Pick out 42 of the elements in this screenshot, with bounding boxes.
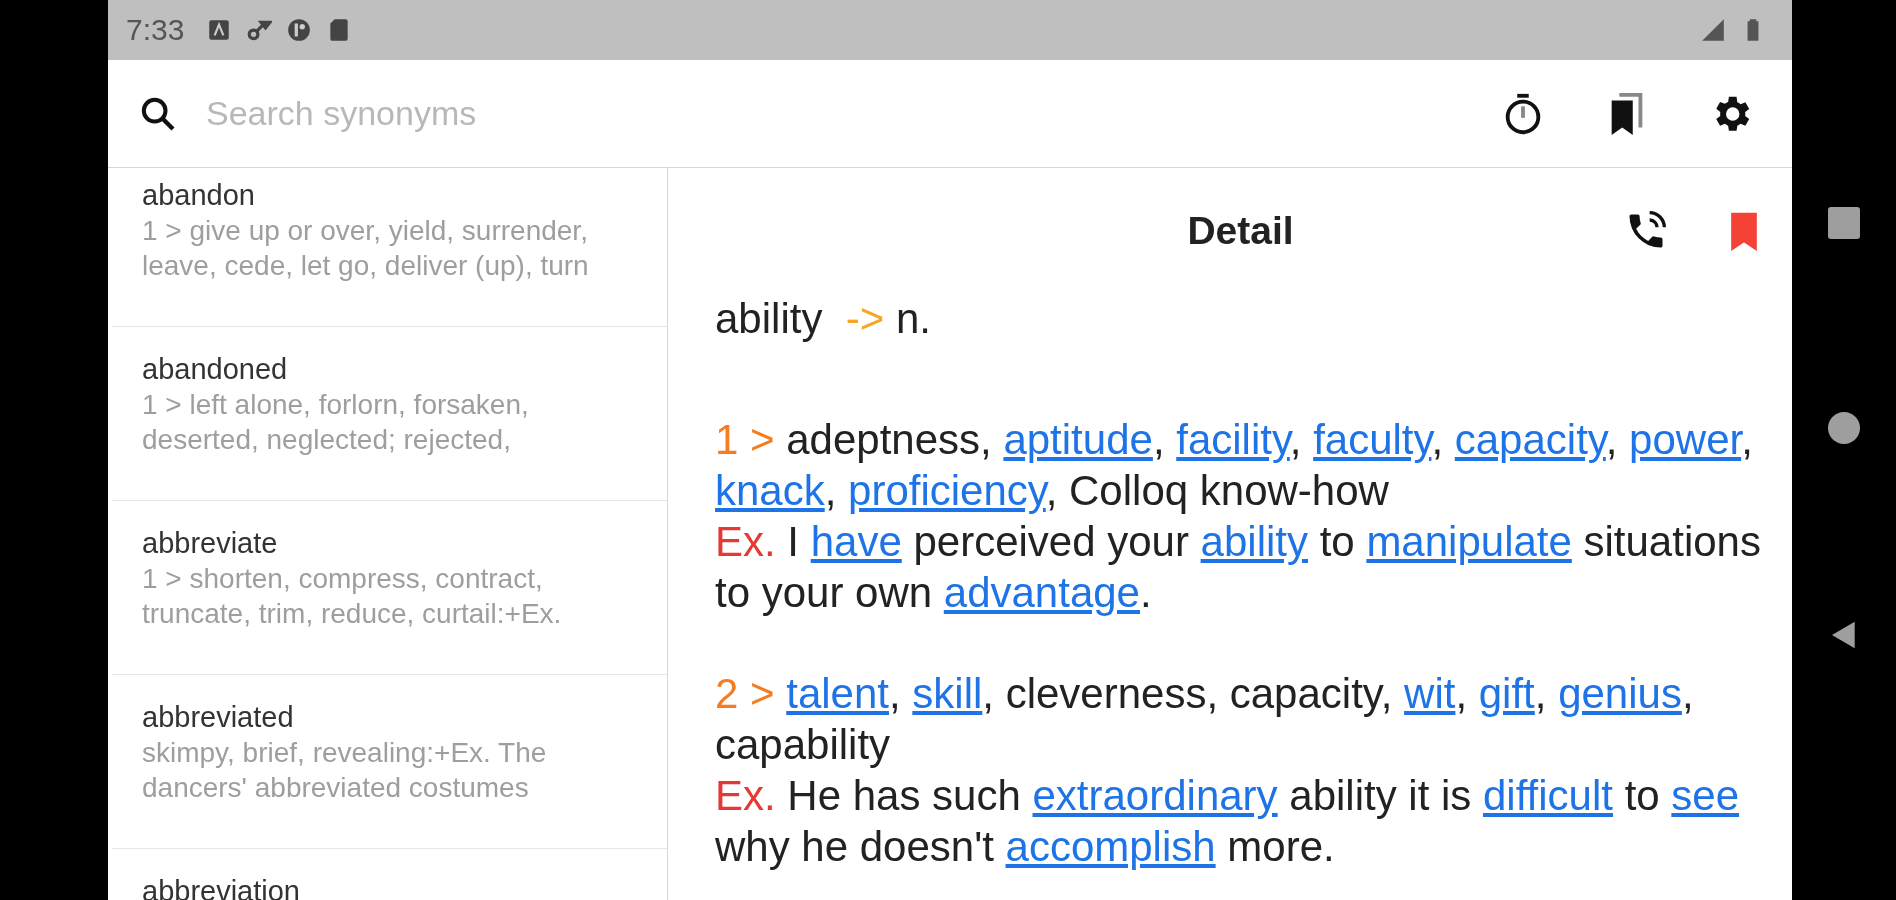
synonym-link[interactable]: aptitude (1003, 416, 1153, 463)
word-title: abandoned (142, 352, 289, 387)
synonym-link[interactable]: knack (715, 467, 825, 514)
word-title: abbreviate (142, 526, 279, 561)
detail-title: Detail (1186, 209, 1295, 253)
synonym-link[interactable]: extraordinary (1032, 772, 1278, 819)
synonym-link[interactable]: capacity (1454, 416, 1606, 463)
synonym-link[interactable]: accomplish (1005, 823, 1216, 870)
word-title: abandon (142, 178, 256, 213)
synonym-link[interactable]: ability (1200, 518, 1308, 565)
search-field[interactable]: Search synonyms (204, 93, 1442, 134)
status-time: 7:33 (126, 13, 185, 47)
synonym-link[interactable]: advantage (943, 569, 1140, 616)
recents-button[interactable] (1828, 206, 1860, 239)
example-sentence: Ex. He has such extraordinary ability it is difficult to see why he doesn't accomplish more. (715, 771, 1741, 872)
word-summary: skimpy, brief, revealing:+Ex. The dancers' abbreviated costumes (142, 736, 548, 805)
word-list-item[interactable]: abbreviated skimpy, brief, revealing:+Ex. The dancers' abbreviated costumes (112, 675, 667, 849)
entry-headword: ability -> n. (715, 294, 931, 344)
synonym-link[interactable]: talent (786, 670, 889, 717)
synonym-link[interactable]: manipulate (1366, 518, 1572, 565)
example-sentence: Ex. I have perceived your ability to manipulate situations to your own advantage. (715, 517, 1762, 618)
synonym-link[interactable]: power (1629, 416, 1742, 463)
word-list-item[interactable]: abandoned 1 > left alone, forlorn, forsaken, deserted, neglected; rejected, (112, 327, 667, 501)
word-list-item[interactable]: abandon 1 > give up or over, yield, surrender, leave, cede, let go, deliver (up), turn (112, 168, 667, 327)
synonym-link[interactable]: see (1671, 772, 1740, 819)
synonym-link[interactable]: facility (1176, 416, 1290, 463)
word-summary: 1 > shorten, compress, contract, truncate, trim, reduce, curtail:+Ex. (142, 562, 563, 631)
home-button[interactable] (1828, 412, 1860, 444)
word-list-item[interactable]: abbreviate 1 > shorten, compress, contract, truncate, trim, reduce, curtail:+Ex. (112, 501, 667, 675)
synonym-link[interactable]: proficiency (848, 467, 1046, 514)
signal-icon (1700, 17, 1726, 43)
synonym-link[interactable]: genius (1558, 670, 1682, 717)
word-summary: 1 > left alone, forlorn, forsaken, deserted, neglected; rejected, (142, 388, 530, 457)
synonym-link[interactable]: skill (912, 670, 983, 717)
word-title: abbreviated (142, 700, 295, 735)
synonym-link[interactable]: have (810, 518, 902, 565)
synonym-link[interactable]: wit (1404, 670, 1456, 717)
synonym-link[interactable]: gift (1478, 670, 1535, 717)
synonym-link[interactable]: faculty (1313, 416, 1432, 463)
word-summary: 1 > give up or over, yield, surrender, leave, cede, let go, deliver (up), turn (142, 214, 590, 283)
circle-icon (286, 17, 313, 43)
synonym-link[interactable]: difficult (1483, 772, 1613, 819)
